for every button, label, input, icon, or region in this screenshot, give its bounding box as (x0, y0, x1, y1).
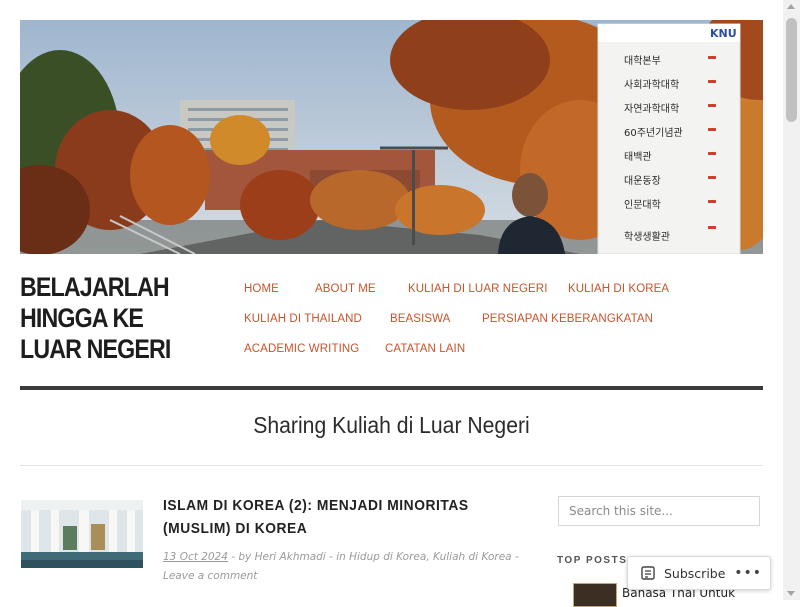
nav-home[interactable]: HOME (244, 283, 279, 295)
scroll-down-arrow-icon[interactable] (787, 591, 795, 596)
header-divider (20, 386, 763, 390)
meta-dash: - (514, 551, 519, 563)
meta-sep: , (426, 551, 430, 563)
post-category-1[interactable]: Hidup di Korea (349, 551, 426, 563)
nav-catatan-lain[interactable]: CATATAN LAIN (385, 343, 465, 355)
scroll-up-arrow-icon[interactable] (787, 4, 795, 9)
site-title[interactable]: BELAJARLAH HINGGA KE LUAR NEGERI (20, 272, 205, 365)
sign-item: 태백관 (624, 151, 652, 163)
leave-comment-link[interactable]: Leave a comment (163, 570, 257, 582)
post-author[interactable]: Heri Akhmadi (255, 551, 326, 563)
sign-item: 대운동장 (624, 175, 661, 187)
sign-item: 사회과학대학 (624, 79, 679, 91)
post-date[interactable]: 13 Oct 2024 (163, 551, 228, 563)
nav-beasiswa[interactable]: BEASISWA (390, 313, 450, 325)
search-input[interactable] (558, 496, 760, 526)
post-category-2[interactable]: Kuliah di Korea (433, 551, 512, 563)
post-title-link[interactable]: ISLAM DI KOREA (2): MENJADI MINORITAS (M… (163, 494, 485, 540)
nav-about-me[interactable]: ABOUT ME (315, 283, 376, 295)
post-thumbnail[interactable] (21, 500, 143, 568)
sign-item: 대학본부 (624, 55, 661, 67)
nav-kuliah-thailand[interactable]: KULIAH DI THAILAND (244, 313, 362, 325)
sign-brand: KNU (710, 27, 737, 40)
nav-academic-writing[interactable]: ACADEMIC WRITING (244, 343, 359, 355)
subscribe-label: Subscribe (664, 565, 726, 581)
sign-item: 인문대학 (624, 199, 661, 211)
reader-icon (640, 565, 656, 581)
section-title: Sharing Kuliah di Luar Negeri (253, 412, 530, 438)
meta-in: - in (329, 551, 346, 563)
page-scrollbar[interactable] (783, 0, 800, 600)
meta-by: - by (231, 551, 252, 563)
nav-persiapan[interactable]: PERSIAPAN KEBERANGKATAN (482, 313, 653, 325)
post-meta: 13 Oct 2024 - by Heri Akhmadi - in Hidup… (163, 548, 523, 586)
header-image: KNU 대학본부 사회과학대학 자연과학대학 60주년기념관 태백관 대운동장 … (20, 20, 763, 254)
section-divider (20, 465, 763, 466)
scrollbar-thumb[interactable] (786, 18, 797, 122)
subscribe-button[interactable]: Subscribe ••• (627, 556, 771, 590)
nav-kuliah-korea[interactable]: KULIAH DI KOREA (568, 283, 669, 295)
more-options-icon[interactable]: ••• (734, 565, 762, 581)
nav-kuliah-luar-negeri[interactable]: KULIAH DI LUAR NEGERI (408, 283, 548, 295)
sign-item: 60주년기념관 (624, 127, 683, 139)
sign-item: 자연과학대학 (624, 103, 679, 115)
sign-item: 학생생활관 (624, 230, 670, 243)
top-post-thumbnail[interactable] (573, 583, 617, 607)
